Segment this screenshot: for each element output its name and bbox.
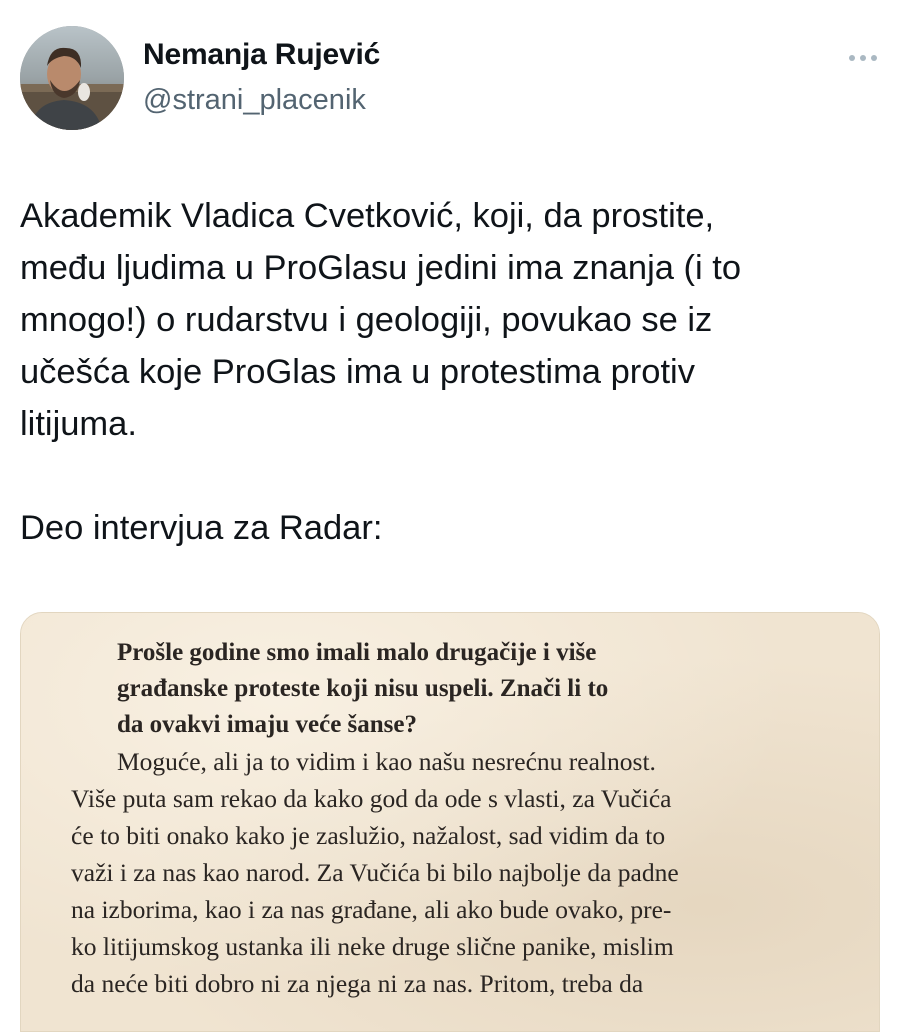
tweet: Nemanja Rujević @strani_placenik Akademi…: [0, 0, 900, 1032]
interview-answer-line: Više puta sam rekao da kako god da ode s…: [71, 784, 672, 813]
more-dot-icon: [860, 55, 866, 61]
tweet-text-line: mnogo!) o rudarstvu i geologiji, povukao…: [20, 301, 713, 339]
interview-question-line: Prošle godine smo imali malo drugačije i…: [117, 639, 597, 666]
author-handle[interactable]: @strani_placenik: [143, 84, 366, 117]
newspaper-clipping: Prošle godine smo imali malo drugačije i…: [21, 613, 879, 1031]
interview-answer-line: na izborima, kao i za nas građane, ali a…: [71, 895, 672, 924]
avatar[interactable]: [20, 26, 124, 130]
author-name[interactable]: Nemanja Rujević: [143, 38, 380, 72]
interview-question-line: građanske proteste koji nisu uspeli. Zna…: [117, 675, 609, 702]
interview-answer-line: da neće biti dobro ni za njega ni za nas…: [71, 969, 644, 998]
more-options-button[interactable]: [840, 40, 886, 76]
tweet-text-line: litijuma.: [20, 405, 137, 443]
interview-question-line: da ovakvi imaju veće šanse?: [117, 711, 417, 738]
interview-answer-line: ko litijumskog ustanka ili neke druge sl…: [71, 932, 674, 961]
tweet-text: Akademik Vladica Cvetković, koji, da pro…: [20, 190, 880, 554]
tweet-text-line: među ljudima u ProGlasu jedini ima znanj…: [20, 249, 742, 287]
more-dot-icon: [849, 55, 855, 61]
interview-answer-line: Moguće, ali ja to vidim i kao našu nesre…: [117, 747, 656, 776]
avatar-photo: [20, 26, 124, 130]
tweet-text-line: učešća koje ProGlas ima u protestima pro…: [20, 353, 695, 391]
interview-answer-line: važi i za nas kao narod. Za Vučića bi bi…: [71, 858, 679, 887]
more-dot-icon: [871, 55, 877, 61]
article-excerpt: Prošle godine smo imali malo drugačije i…: [71, 635, 871, 1002]
attached-image[interactable]: Prošle godine smo imali malo drugačije i…: [20, 612, 880, 1032]
tweet-text-line: Akademik Vladica Cvetković, koji, da pro…: [20, 197, 715, 235]
tweet-text-footer: Deo intervjua za Radar:: [20, 509, 383, 547]
interview-answer-line: će to biti onako kako je zaslužio, nažal…: [71, 821, 666, 850]
